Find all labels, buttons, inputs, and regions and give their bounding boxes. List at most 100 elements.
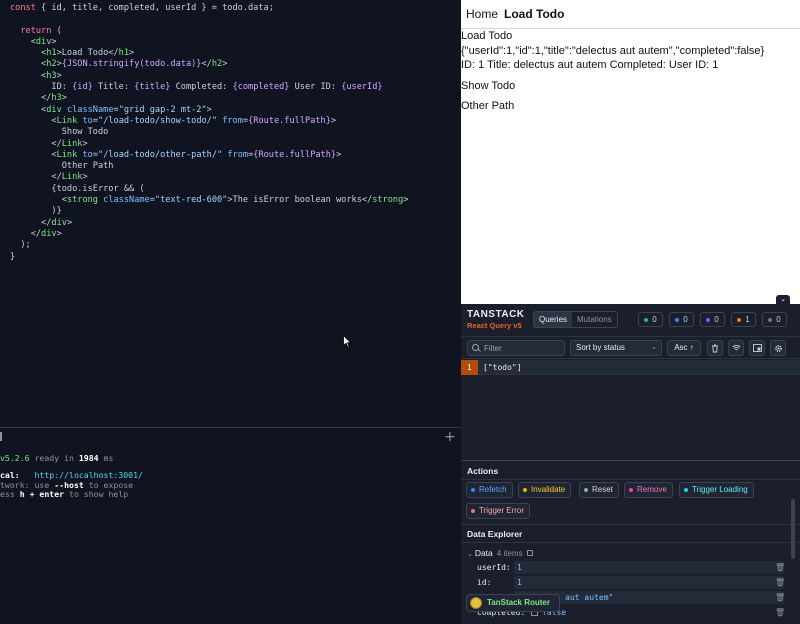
- page-title: Load Todo: [461, 30, 513, 42]
- offline-wifi-icon[interactable]: [728, 340, 744, 356]
- expand-chevron-icon[interactable]: ⌄: [467, 551, 475, 558]
- nav-home-link[interactable]: Home: [466, 7, 498, 21]
- invalidate-button[interactable]: Invalidate: [518, 482, 572, 498]
- count-fetching[interactable]: 0: [669, 312, 694, 327]
- network-rest: to expose: [83, 479, 134, 490]
- code-token: );: [10, 240, 31, 251]
- data-value-input[interactable]: 1: [514, 561, 784, 574]
- delete-trash-icon[interactable]: 🗑: [775, 576, 785, 589]
- settings-gear-icon[interactable]: [770, 340, 786, 356]
- code-token: >Load Todo</: [56, 48, 119, 59]
- data-tree-root[interactable]: ⌄ Data 4 items: [467, 548, 533, 558]
- other-path-link[interactable]: Other Path: [461, 99, 800, 114]
- router-label: TanStack Router: [487, 598, 550, 607]
- network-label: twork: use: [0, 479, 55, 490]
- code-token: div: [46, 104, 62, 115]
- count-inactive-value: 0: [776, 315, 781, 324]
- count-paused[interactable]: 0: [700, 312, 725, 327]
- code-line: </h3>: [0, 93, 461, 104]
- count-stale[interactable]: 1: [731, 312, 756, 327]
- query-row-todo[interactable]: 1 ["todo"]: [461, 360, 800, 375]
- react-query-devtools: TANSTACK React Query v5 Queries Mutation…: [461, 304, 800, 624]
- code-token: {JSON.stringify(todo.data)}: [61, 59, 202, 70]
- pip-window-icon[interactable]: [749, 340, 765, 356]
- ready-text: ready in: [29, 453, 79, 463]
- help-key: h + enter: [19, 489, 65, 499]
- trigger-error-button[interactable]: Trigger Error: [466, 503, 531, 519]
- data-explorer-divider: [461, 542, 800, 543]
- code-token: >The isError boolean works</: [227, 195, 373, 206]
- reset-button[interactable]: Reset: [579, 482, 619, 498]
- code-token: "text-red-600": [154, 195, 228, 206]
- code-token: {Route.fullPath}: [253, 149, 337, 160]
- data-key: userId:: [477, 563, 511, 572]
- code-lines: const { id, title, completed, userId } =…: [0, 0, 461, 263]
- tanstack-router-devtools-button[interactable]: TanStack Router: [466, 594, 560, 612]
- code-token: to: [82, 115, 93, 126]
- code-token: className: [66, 104, 114, 115]
- code-token: {Route.fullPath}: [248, 115, 331, 126]
- code-token: <: [10, 104, 47, 115]
- nav-load-todo-link[interactable]: Load Todo: [504, 7, 564, 21]
- code-token: <: [10, 48, 47, 59]
- actions-heading: Actions: [467, 466, 499, 476]
- data-label: Data: [474, 548, 493, 558]
- sort-order-button[interactable]: Asc ↑: [667, 340, 701, 356]
- remove-dot-icon: [629, 488, 633, 492]
- reset-label: Reset: [592, 485, 613, 494]
- code-token: >: [56, 228, 62, 239]
- count-inactive[interactable]: 0: [762, 312, 787, 327]
- show-todo-link[interactable]: Show Todo: [461, 79, 800, 94]
- terminal-marker: [0, 432, 2, 441]
- network-flag: --host: [54, 479, 84, 490]
- actions-divider: [461, 479, 800, 480]
- data-value-input[interactable]: 1: [514, 576, 784, 589]
- code-token: h1: [118, 48, 130, 59]
- refetch-label: Refetch: [479, 485, 507, 494]
- copy-icon[interactable]: [526, 550, 533, 556]
- remove-button[interactable]: Remove: [624, 482, 673, 498]
- terminal-panel[interactable]: + v5.2.6 ready in 1984 ms cal: http://lo…: [0, 427, 461, 624]
- tab-mutations[interactable]: Mutations: [572, 312, 617, 327]
- new-terminal-plus-icon[interactable]: +: [444, 429, 456, 445]
- code-line: <strong className="text-red-600">The isE…: [0, 195, 461, 206]
- code-line: <h1>Load Todo</h1>: [0, 48, 461, 59]
- todo-summary: ID: 1 Title: delectus aut autem Complete…: [461, 59, 719, 71]
- tab-queries[interactable]: Queries: [534, 312, 573, 327]
- panel-divider[interactable]: [461, 460, 800, 461]
- code-token: to: [82, 149, 93, 160]
- code-token: "/load-todo/show-todo/": [98, 115, 218, 126]
- sort-select[interactable]: Sort by status ⌄: [570, 340, 662, 356]
- trigger-error-label: Trigger Error: [479, 506, 525, 515]
- tanstack-logo[interactable]: TANSTACK: [467, 309, 525, 320]
- local-url[interactable]: http://localhost:3001/: [35, 470, 143, 480]
- code-line: )}: [0, 206, 461, 217]
- code-line: Other Path: [0, 161, 461, 172]
- devtools-scrollbar[interactable]: [791, 499, 795, 559]
- reset-dot-icon: [584, 488, 588, 492]
- refetch-button[interactable]: Refetch: [466, 482, 513, 498]
- help-prefix: ess: [0, 489, 20, 499]
- data-key: id:: [477, 578, 492, 587]
- code-line: const { id, title, completed, userId } =…: [0, 3, 461, 14]
- code-editor[interactable]: const { id, title, completed, userId } =…: [0, 0, 461, 427]
- clear-cache-trash-icon[interactable]: [707, 340, 723, 356]
- code-token: "/load-todo/other-path/": [98, 149, 223, 160]
- data-explorer-heading: Data Explorer: [467, 529, 523, 539]
- code-token: const: [10, 3, 42, 13]
- code-token: >: [222, 59, 228, 70]
- data-explorer-divider-top: [461, 524, 800, 525]
- count-fresh[interactable]: 0: [638, 312, 663, 327]
- code-line: Show Todo: [0, 127, 461, 138]
- devtools-collapse-chevron-icon[interactable]: ⌄: [776, 295, 790, 304]
- delete-trash-icon[interactable]: 🗑: [775, 591, 785, 604]
- code-token: <: [10, 149, 57, 160]
- delete-trash-icon[interactable]: 🗑: [775, 606, 785, 619]
- delete-trash-icon[interactable]: 🗑: [775, 561, 785, 574]
- ready-ms: 1984: [78, 453, 99, 463]
- code-token: {id}: [72, 82, 93, 93]
- data-value-checkbox[interactable]: false: [528, 606, 784, 619]
- code-line: );: [0, 240, 461, 251]
- filter-input[interactable]: [467, 340, 565, 356]
- trigger-loading-button[interactable]: Trigger Loading: [679, 482, 754, 498]
